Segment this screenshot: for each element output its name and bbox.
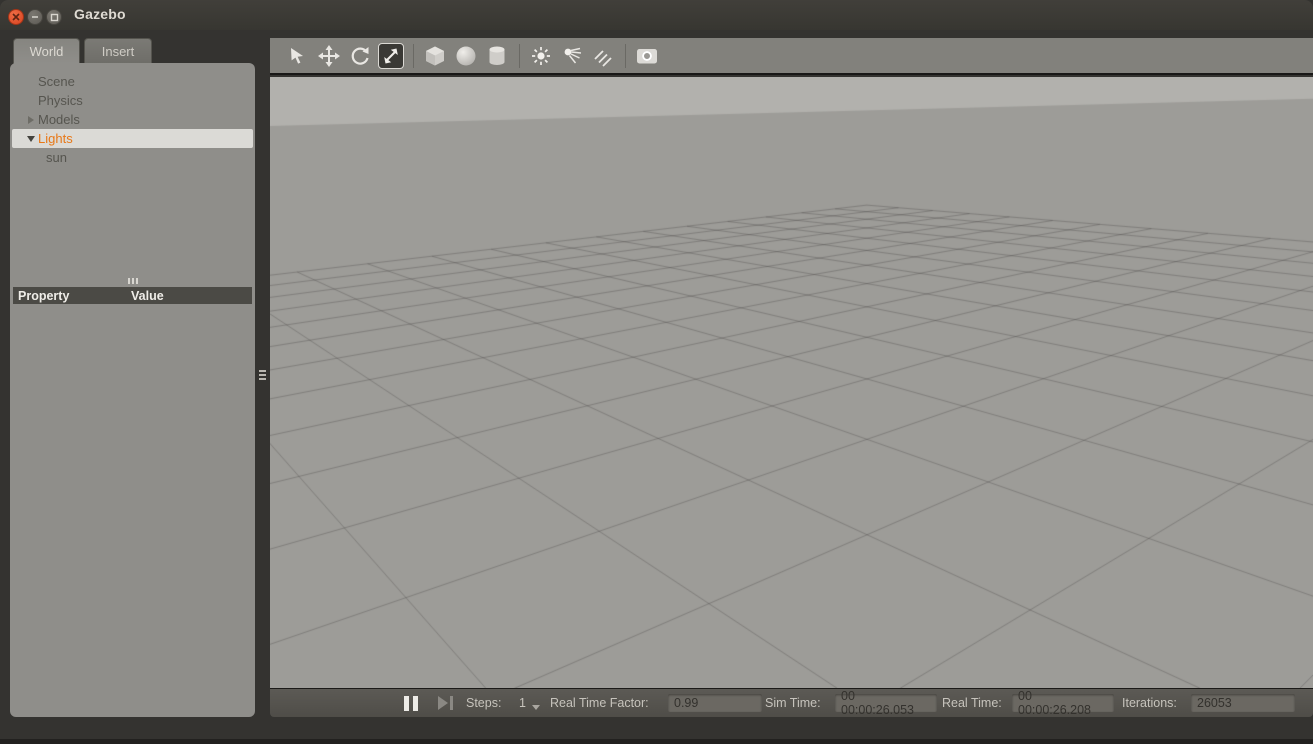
expander-expanded-icon[interactable] — [24, 136, 38, 142]
gazebo-window: Gazebo World Insert Scene Physics Models… — [0, 0, 1313, 744]
cylinder-icon — [485, 44, 509, 68]
pause-icon — [404, 696, 409, 711]
expander-collapsed-icon[interactable] — [24, 116, 38, 124]
steps-value[interactable]: 1 — [519, 689, 526, 717]
steps-spinner-caret[interactable] — [528, 689, 540, 717]
tree-item-physics[interactable]: Physics — [12, 91, 253, 110]
world-tree: Scene Physics Models Lights sun — [10, 63, 255, 167]
viewport-canvas[interactable] — [270, 77, 1313, 688]
tab-insert-label: Insert — [102, 44, 135, 59]
world-panel: Scene Physics Models Lights sun Property — [10, 63, 255, 717]
tree-item-lights[interactable]: Lights — [12, 129, 253, 148]
sphere-icon — [454, 44, 478, 68]
real-time-label: Real Time: — [942, 689, 1002, 717]
select-tool-button[interactable] — [285, 43, 311, 69]
sphere-shape-button[interactable] — [453, 43, 479, 69]
steps-label: Steps: — [466, 689, 501, 717]
sidebar-splitter-handle[interactable] — [259, 370, 266, 380]
box-shape-button[interactable] — [422, 43, 448, 69]
iterations-value: 26053 — [1191, 694, 1295, 712]
minimize-button[interactable] — [27, 9, 43, 25]
tree-item-label: Models — [38, 112, 80, 127]
tree-item-label: sun — [46, 150, 67, 165]
window-title: Gazebo — [74, 6, 126, 22]
scale-tool-button[interactable] — [378, 43, 404, 69]
tree-item-label: Lights — [38, 131, 73, 146]
tab-world-label: World — [30, 44, 64, 59]
minimize-icon — [31, 13, 39, 21]
step-button[interactable] — [438, 689, 453, 717]
value-column-header: Value — [131, 289, 164, 303]
maximize-icon — [50, 13, 59, 22]
directional-light-button[interactable] — [590, 43, 616, 69]
close-icon — [12, 13, 20, 21]
sim-time-value: 00 00:00:26.053 — [835, 694, 937, 712]
rotate-tool-button[interactable] — [347, 43, 373, 69]
real-time-factor-value: 0.99 — [668, 694, 762, 712]
toolbar-separator — [413, 44, 414, 68]
statusbar: Steps: 1 Real Time Factor: 0.99 Sim Time… — [270, 688, 1313, 717]
camera-icon — [635, 44, 659, 68]
render-toolbar — [270, 38, 1313, 75]
point-light-button[interactable] — [528, 43, 554, 69]
sim-time-label: Sim Time: — [765, 689, 821, 717]
tree-item-label: Scene — [38, 74, 75, 89]
panel-splitter-handle[interactable] — [128, 278, 138, 284]
screenshot-button[interactable] — [634, 43, 660, 69]
rotate-icon — [349, 45, 371, 67]
window-bottom-edge — [0, 739, 1313, 744]
point-light-icon — [530, 45, 552, 67]
tree-item-scene[interactable]: Scene — [12, 72, 253, 91]
tree-item-sun[interactable]: sun — [12, 148, 253, 167]
titlebar: Gazebo — [0, 0, 1313, 30]
toolbar-separator — [519, 44, 520, 68]
scale-icon — [381, 46, 401, 66]
property-table-header: Property Value — [13, 287, 252, 304]
step-icon — [438, 696, 448, 710]
directional-light-icon — [592, 45, 614, 67]
real-time-value: 00 00:00:26.208 — [1012, 694, 1114, 712]
real-time-factor-label: Real Time Factor: — [550, 689, 649, 717]
translate-tool-button[interactable] — [316, 43, 342, 69]
spot-light-icon — [561, 45, 583, 67]
select-arrow-icon — [288, 46, 308, 66]
cylinder-shape-button[interactable] — [484, 43, 510, 69]
tab-insert[interactable]: Insert — [84, 38, 152, 64]
tree-item-models[interactable]: Models — [12, 110, 253, 129]
toolbar-separator — [625, 44, 626, 68]
tree-item-label: Physics — [38, 93, 83, 108]
spot-light-button[interactable] — [559, 43, 585, 69]
translate-icon — [318, 45, 340, 67]
iterations-label: Iterations: — [1122, 689, 1177, 717]
pause-button[interactable] — [404, 689, 418, 717]
box-icon — [423, 44, 447, 68]
render-viewport[interactable] — [270, 77, 1313, 688]
property-column-header: Property — [18, 289, 131, 303]
maximize-button[interactable] — [46, 9, 62, 25]
main-area: Steps: 1 Real Time Factor: 0.99 Sim Time… — [270, 38, 1313, 717]
close-button[interactable] — [8, 9, 24, 25]
tab-world[interactable]: World — [13, 38, 80, 64]
